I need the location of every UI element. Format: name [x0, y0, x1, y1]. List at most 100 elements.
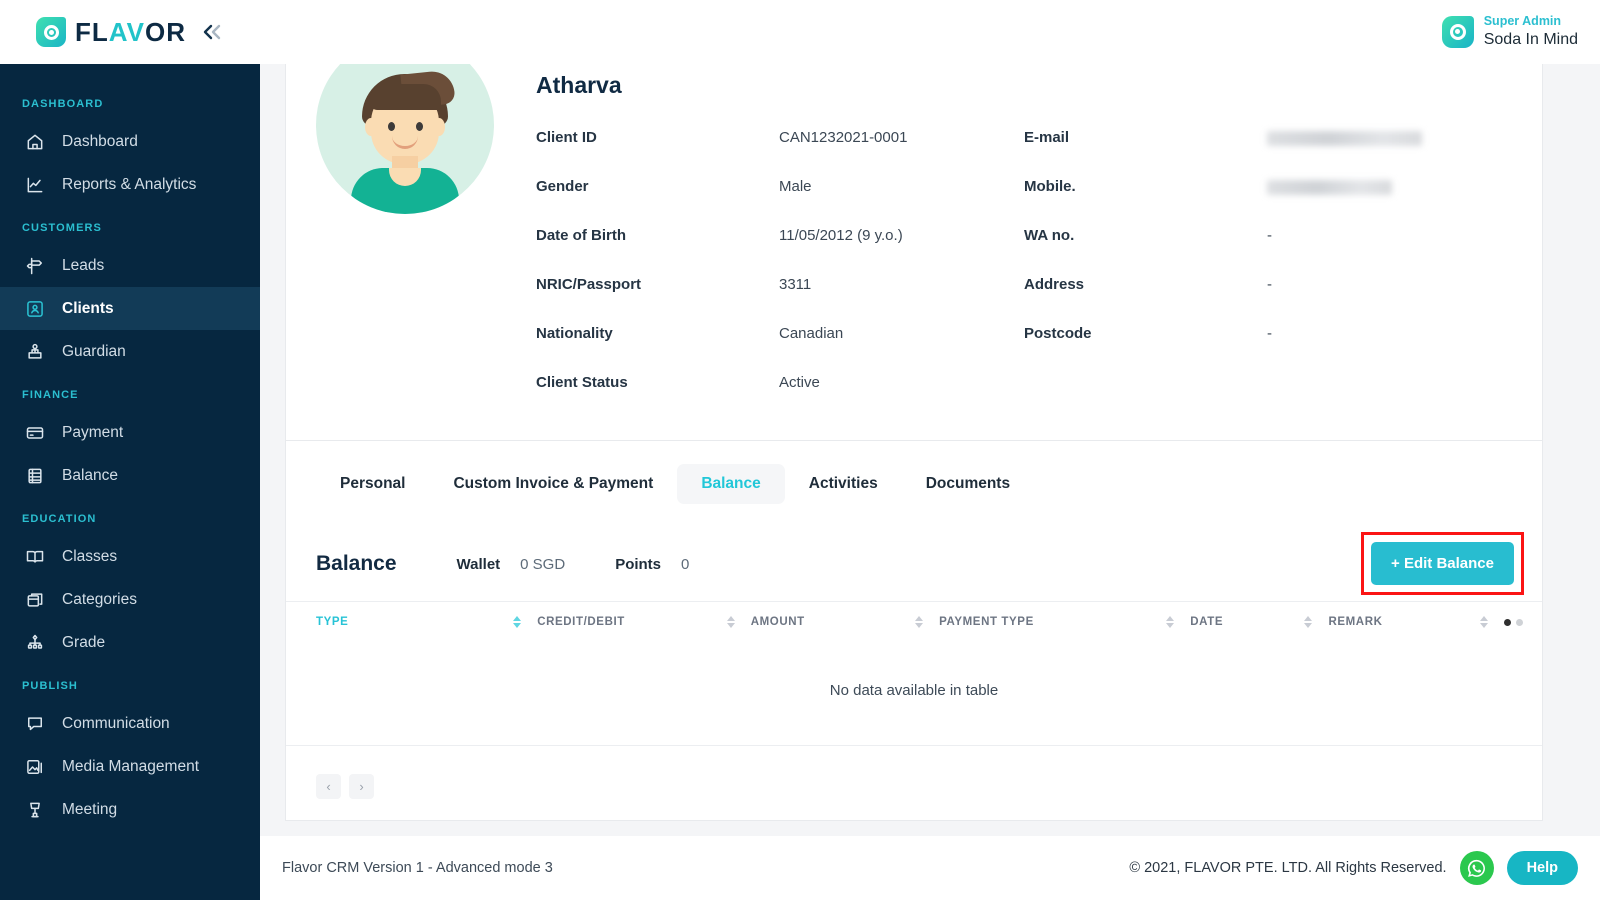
column-header-actions[interactable]: [1504, 601, 1542, 642]
app-version: Flavor CRM Version 1 - Advanced mode 3: [282, 860, 553, 876]
sidebar-item-reports-analytics[interactable]: Reports & Analytics: [0, 163, 260, 206]
table-empty-row: No data available in table: [286, 642, 1542, 746]
field-value: 3311: [779, 276, 812, 293]
field-mobile: Mobile.: [1024, 178, 1512, 227]
field-gender: Gender Male: [536, 178, 1024, 227]
sidebar-item-classes[interactable]: Classes: [0, 535, 260, 578]
sidebar-item-label: Balance: [62, 466, 119, 484]
chat-icon: [24, 713, 46, 735]
sidebar-item-dashboard[interactable]: Dashboard: [0, 120, 260, 163]
page-title: Atharva: [536, 72, 622, 98]
sidebar-item-label: Media Management: [62, 757, 199, 775]
podium-icon: [24, 799, 46, 821]
sort-icon: [1480, 616, 1489, 628]
field-nric-passport: NRIC/Passport 3311: [536, 276, 1024, 325]
nav-section-education: EDUCATION: [22, 513, 97, 525]
tab-documents[interactable]: Documents: [902, 464, 1034, 504]
sidebar-item-guardian[interactable]: Guardian: [0, 330, 260, 373]
wallet-label: Wallet: [456, 555, 501, 573]
tab-activities[interactable]: Activities: [785, 464, 902, 504]
help-button[interactable]: Help: [1506, 851, 1578, 885]
flavor-logo-icon: [36, 17, 66, 47]
tab-custom-invoice-payment[interactable]: Custom Invoice & Payment: [429, 464, 677, 504]
signpost-icon: [24, 255, 46, 277]
sidebar-item-label: Meeting: [62, 800, 118, 818]
main-content: Atharva Client ID CAN1232021-0001 Gender…: [260, 64, 1600, 836]
tab-personal[interactable]: Personal: [316, 464, 429, 504]
field-label: Nationality: [536, 325, 613, 342]
chevrons-left-icon[interactable]: [202, 23, 224, 41]
field-value: -: [1267, 325, 1272, 342]
user-account-name: Soda In Mind: [1483, 30, 1578, 48]
redacted-email: [1267, 130, 1422, 146]
sort-icon: [1166, 616, 1175, 628]
sidebar-item-clients[interactable]: Clients: [0, 287, 260, 330]
profile-left-column: Client ID CAN1232021-0001 Gender Male Da…: [536, 129, 1024, 423]
field-label: NRIC/Passport: [536, 276, 642, 293]
brand-name-accent: AV: [108, 16, 145, 47]
sidebar: FLAVOR DASHBOARD Dashboard Reports & Ana…: [0, 0, 260, 900]
client-detail-tabs-card: Personal Custom Invoice & Payment Balanc…: [285, 441, 1543, 821]
boy-avatar: [316, 64, 494, 214]
pagination-prev-button[interactable]: ‹: [316, 774, 341, 799]
field-label: WA no.: [1024, 227, 1075, 244]
pagination-next-button[interactable]: ›: [349, 774, 374, 799]
balance-heading: Balance: [316, 552, 397, 575]
field-value: -: [1267, 227, 1272, 244]
nav-section-customers: CUSTOMERS: [22, 222, 102, 234]
client-avatar-wrap: [316, 64, 536, 423]
sort-icon: [915, 616, 924, 628]
sidebar-item-label: Payment: [62, 423, 124, 441]
field-value: Active: [779, 374, 820, 391]
footer: Flavor CRM Version 1 - Advanced mode 3 ©…: [260, 836, 1600, 900]
sidebar-item-label: Communication: [62, 714, 170, 732]
column-header-type[interactable]: TYPE: [286, 601, 538, 642]
brand-name-part1: FL: [75, 16, 109, 47]
column-header-remark[interactable]: REMARK: [1328, 601, 1505, 642]
sidebar-item-leads[interactable]: Leads: [0, 244, 260, 287]
column-header-payment-type[interactable]: PAYMENT TYPE: [939, 601, 1191, 642]
edit-balance-highlight: + Edit Balance: [1361, 532, 1524, 595]
sidebar-item-label: Clients: [62, 299, 114, 317]
user-card-icon: [24, 298, 46, 320]
brand-logo[interactable]: FLAVOR: [0, 0, 260, 64]
field-postcode: Postcode -: [1024, 325, 1512, 374]
more-options-icon[interactable]: [1504, 618, 1542, 626]
sidebar-item-grade[interactable]: Grade: [0, 621, 260, 664]
column-header-credit-debit[interactable]: CREDIT/DEBIT: [537, 601, 751, 642]
client-profile-card: Atharva Client ID CAN1232021-0001 Gender…: [285, 64, 1543, 441]
sidebar-item-label: Grade: [62, 633, 106, 651]
field-value-redacted: [1267, 178, 1392, 195]
whatsapp-icon[interactable]: [1459, 851, 1494, 885]
column-header-amount[interactable]: AMOUNT: [750, 601, 940, 642]
sidebar-item-meeting[interactable]: Meeting: [0, 788, 260, 831]
brand-name-part2: OR: [144, 16, 186, 47]
tab-balance[interactable]: Balance: [677, 464, 785, 504]
home-icon: [24, 131, 46, 153]
chart-line-icon: [24, 174, 46, 196]
ledger-icon: [24, 465, 46, 487]
table-header-row: TYPE CREDIT/DEBIT AMOUNT PAYMENT TYPE DA: [286, 601, 1542, 642]
empty-message: No data available in table: [286, 642, 1542, 746]
tab-bar: Personal Custom Invoice & Payment Balanc…: [286, 441, 1542, 527]
edit-balance-button[interactable]: + Edit Balance: [1371, 542, 1514, 585]
sort-icon: [726, 616, 735, 628]
sort-icon: [1304, 616, 1313, 628]
sidebar-item-balance[interactable]: Balance: [0, 454, 260, 497]
guardian-icon: [24, 341, 46, 363]
sidebar-item-categories[interactable]: Categories: [0, 578, 260, 621]
field-address: Address -: [1024, 276, 1512, 325]
nav-section-publish: PUBLISH: [22, 680, 78, 692]
column-header-date[interactable]: DATE: [1190, 601, 1329, 642]
field-label: Address: [1024, 276, 1085, 293]
field-label: Client Status: [536, 374, 628, 391]
topbar: Super Admin Soda In Mind: [260, 0, 1600, 64]
sidebar-nav: DASHBOARD Dashboard Reports & Analytics …: [0, 64, 260, 831]
sidebar-item-media-management[interactable]: Media Management: [0, 745, 260, 788]
sidebar-item-communication[interactable]: Communication: [0, 702, 260, 745]
field-client-status: Client Status Active: [536, 374, 1024, 423]
field-label: Mobile.: [1024, 178, 1076, 195]
sidebar-item-payment[interactable]: Payment: [0, 411, 260, 454]
points-label: Points: [615, 555, 662, 573]
user-menu[interactable]: Super Admin Soda In Mind: [1441, 13, 1578, 50]
